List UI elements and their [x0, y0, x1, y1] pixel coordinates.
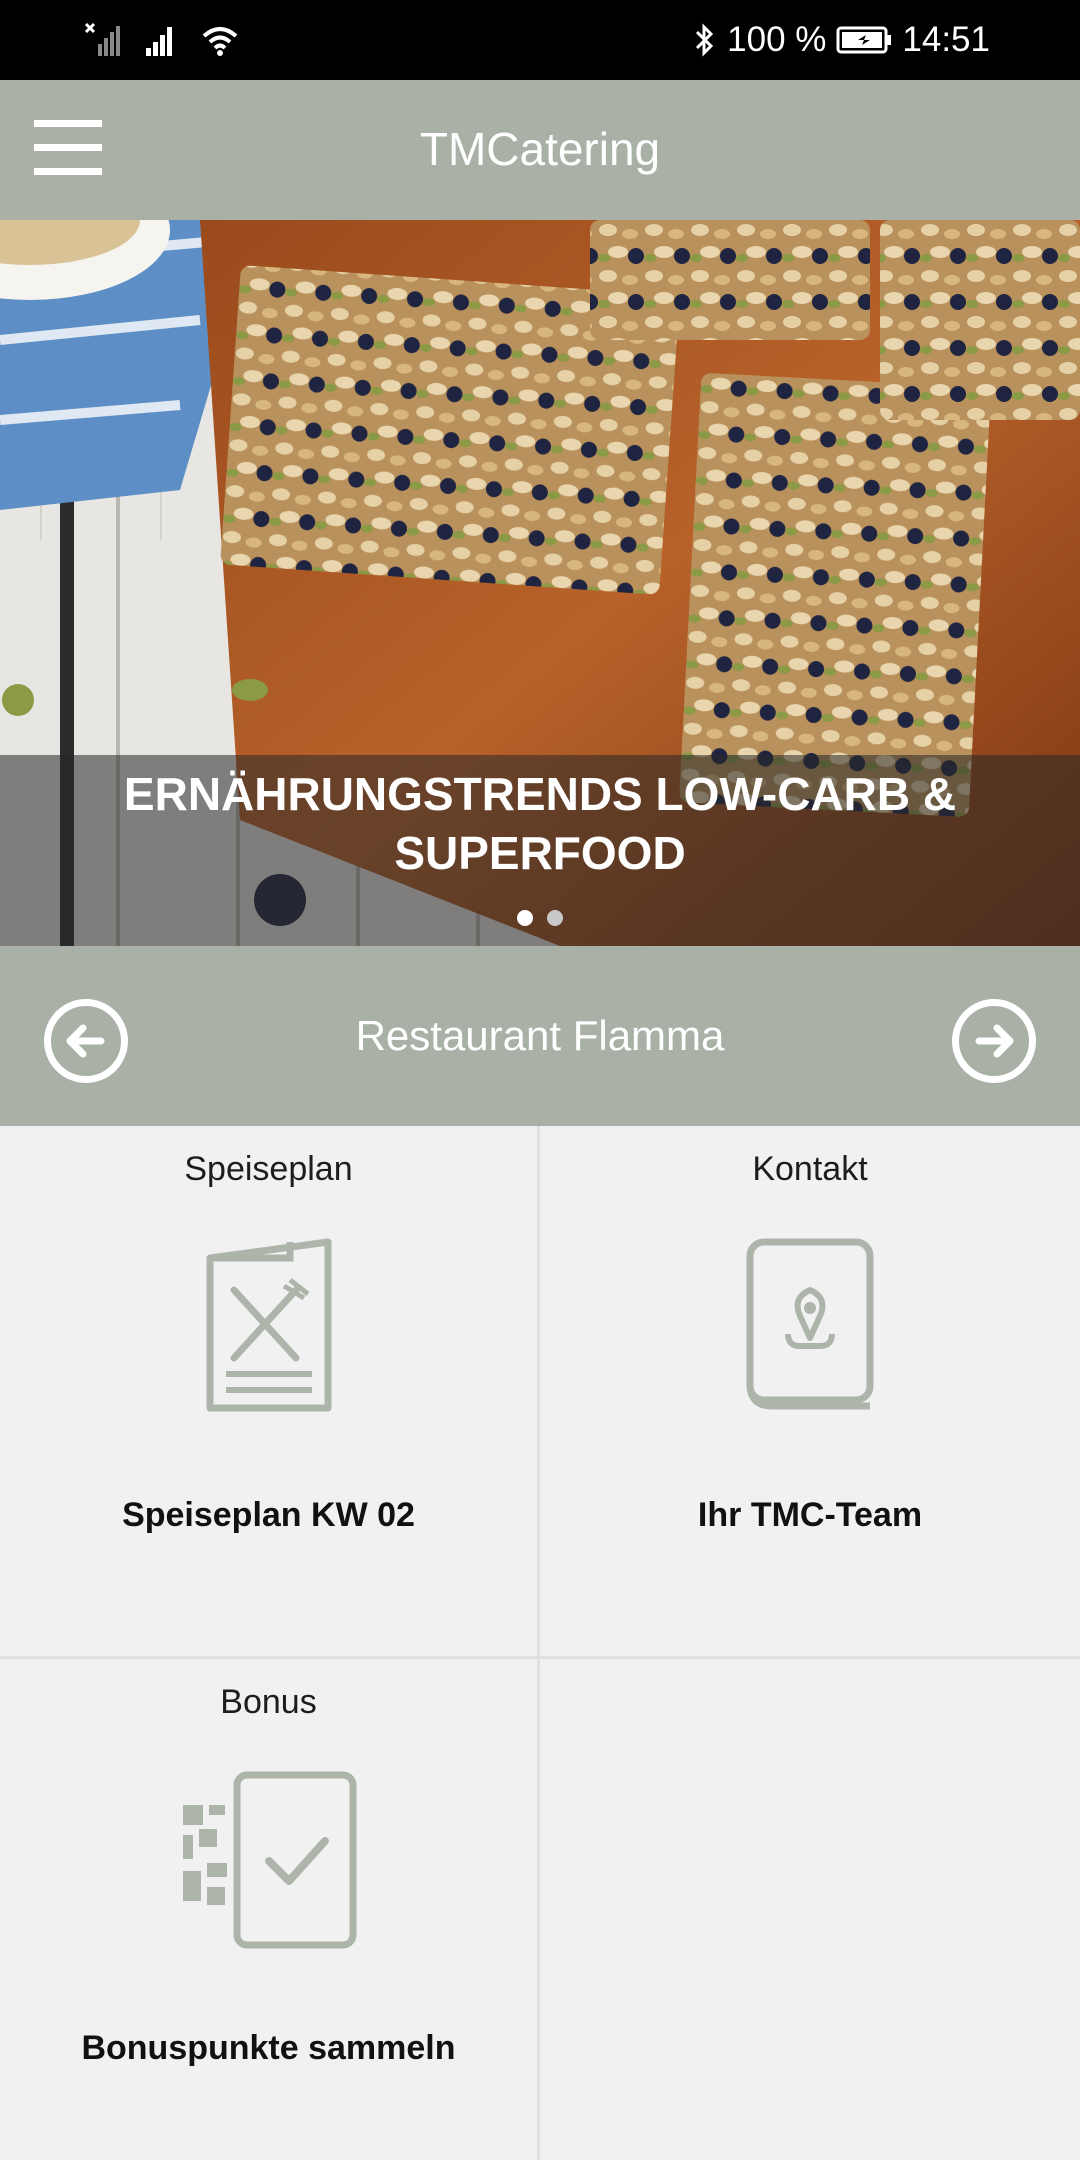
tile-bonus[interactable]: Bonus Bonuspunkte sammeln: [0, 1659, 537, 2160]
tile-label: Bonuspunkte sammeln: [81, 2029, 456, 2067]
tile-kontakt[interactable]: Kontakt Ihr TMC-Team: [540, 1126, 1080, 1656]
tile-label: Speiseplan KW 02: [122, 1496, 415, 1534]
app-bar: TMCatering: [0, 80, 1080, 220]
wifi-icon: [200, 22, 240, 58]
carousel-dots: [0, 910, 1080, 926]
qr-phone-check-icon: [179, 1771, 359, 1956]
bluetooth-icon: [693, 22, 717, 58]
battery-icon: [836, 25, 892, 55]
tile-label: Ihr TMC-Team: [697, 1496, 923, 1534]
carousel-dot-2[interactable]: [547, 910, 563, 926]
restaurant-selector: Restaurant Flamma: [0, 946, 1080, 1126]
clock-time: 14:51: [902, 20, 990, 59]
contact-book-icon: [744, 1238, 876, 1419]
app-title: TMCatering: [419, 123, 661, 175]
menu-card-icon: [204, 1238, 334, 1419]
tile-speiseplan[interactable]: Speiseplan Speiseplan KW 02: [0, 1126, 537, 1656]
banner-carousel[interactable]: ERNÄHRUNGSTRENDS LOW-CARB & SUPERFOOD: [0, 220, 1080, 946]
tile-heading: Kontakt: [752, 1150, 868, 1188]
status-bar: 100 % 14:51: [0, 0, 1080, 80]
feature-grid: Speiseplan Speiseplan KW 02 Kontakt Ihr …: [0, 1126, 1080, 2160]
tile-heading: Speiseplan: [184, 1150, 353, 1188]
no-sim-signal-icon: [84, 22, 120, 58]
tile-heading: Bonus: [220, 1683, 317, 1721]
banner-caption: ERNÄHRUNGSTRENDS LOW-CARB & SUPERFOOD: [123, 768, 957, 879]
arrow-right-circle-icon[interactable]: [952, 999, 1036, 1083]
tile-empty: [540, 1659, 1080, 2160]
battery-percentage: 100 %: [727, 20, 827, 59]
app-screen: 100 % 14:51 TMCatering ERNÄHRUNGSTRENDS …: [0, 0, 1080, 2160]
signal-strength-icon: [142, 22, 178, 58]
carousel-dot-1[interactable]: [517, 910, 533, 926]
restaurant-name: Restaurant Flamma: [355, 1012, 725, 1059]
